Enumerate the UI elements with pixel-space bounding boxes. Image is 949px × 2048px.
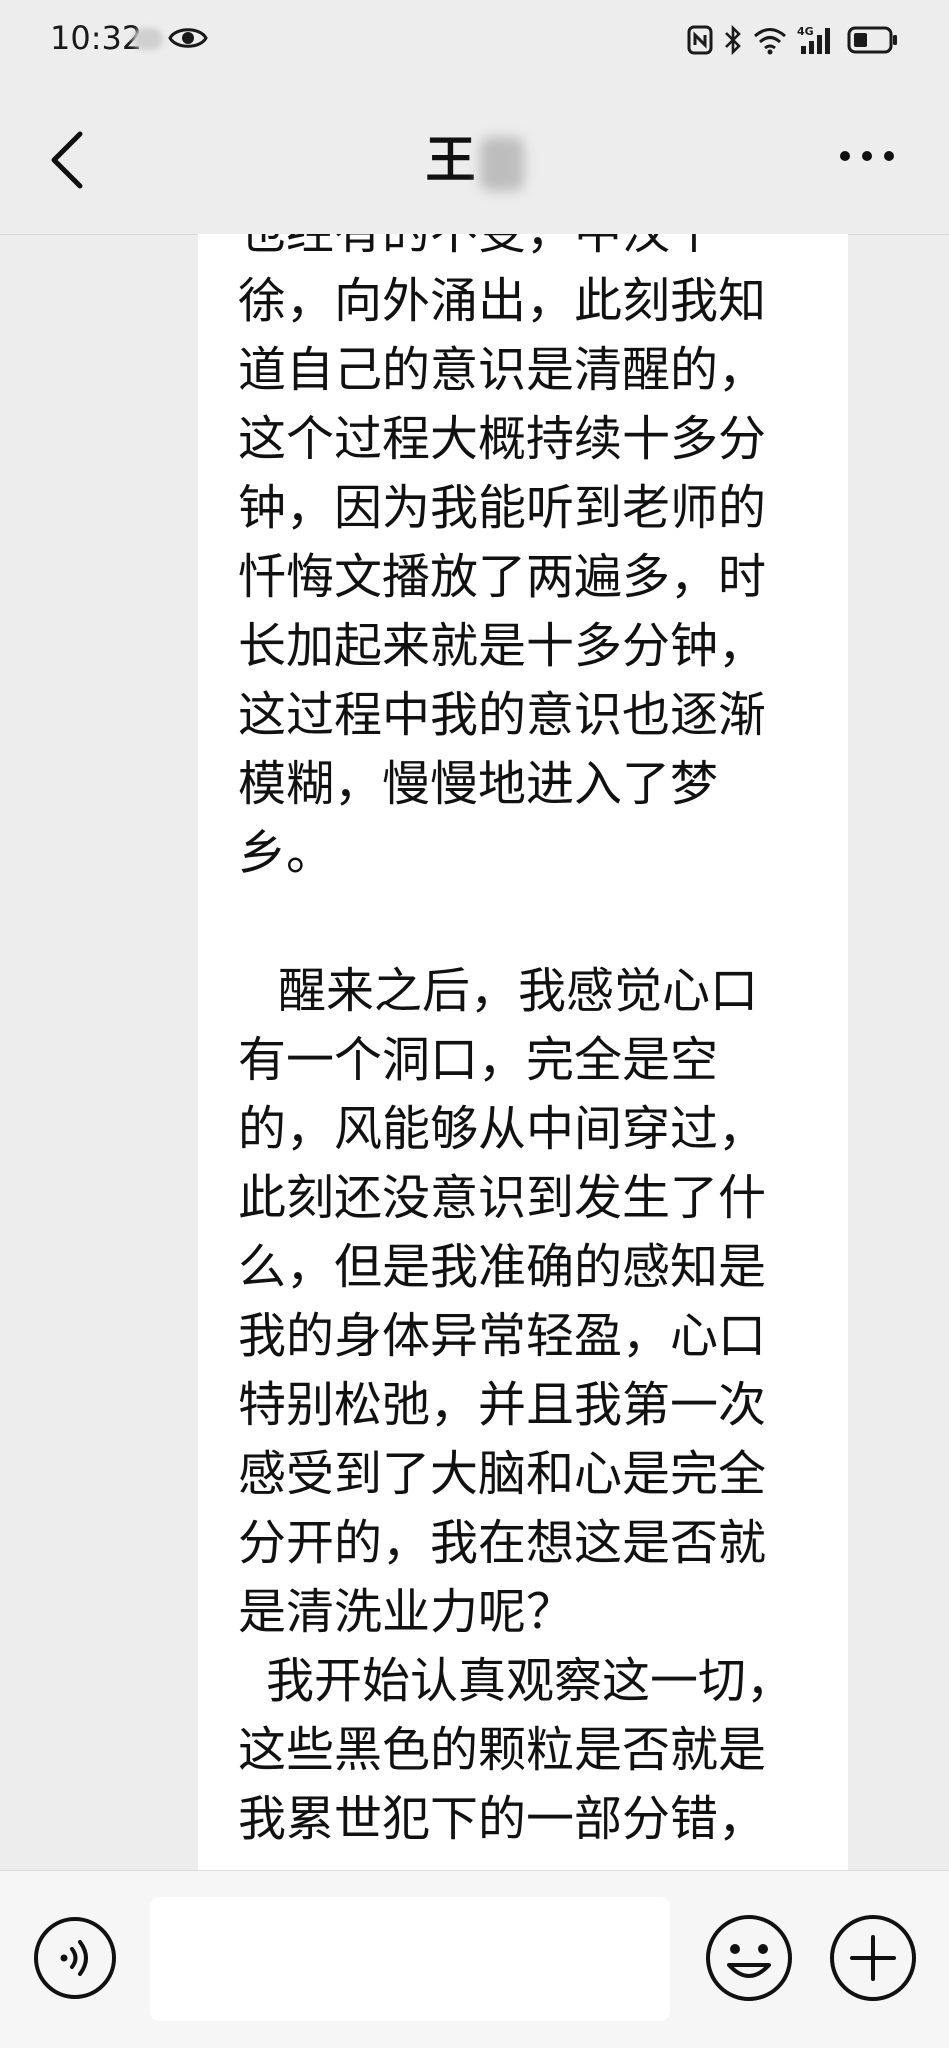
bluetooth-icon — [725, 24, 741, 56]
emoji-button[interactable] — [704, 1913, 794, 2003]
message-bubble[interactable]: 也经有的不变，中汉个 徐，向外涌出，此刻我知道自己的意识是清醒的， 这个过程大概持… — [198, 234, 848, 1870]
phone-screen: 10:32 4G 王 徐，向外涌出，此刻我知 道自己的意识是清醒的， 这个过程大… — [0, 0, 949, 2048]
nfc-icon — [687, 25, 713, 55]
message-line: 道自己的意识是清醒的， — [238, 342, 767, 398]
message-line: 模糊，慢慢地进入了梦 — [238, 756, 719, 812]
battery-icon — [847, 26, 897, 54]
message-line: 这个过程大概持续十多分 — [238, 411, 767, 467]
blurred-notification-icon — [133, 28, 163, 50]
message-line: 此刻还没意识到发生了什 — [238, 1170, 767, 1226]
message-line: 我的身体异常轻盈，心口 — [238, 1308, 767, 1364]
message-line: 分开的，我在想这是否就 — [238, 1515, 767, 1571]
message-line: 我开始认真观察这一切， — [266, 1653, 795, 1709]
network-type-label: 4G — [797, 25, 814, 38]
wifi-icon — [754, 28, 786, 55]
message-line: 忏悔文播放了两遍多，时 — [238, 549, 767, 605]
message-line: 感受到了大脑和心是完全 — [238, 1446, 767, 1502]
message-line: 长加起来就是十多分钟， — [238, 618, 767, 674]
message-line: 特别松弛，并且我第一次 — [238, 1377, 767, 1433]
status-bar: 10:32 4G — [0, 0, 949, 80]
message-line: 徐，向外涌出，此刻我知 — [238, 273, 767, 329]
eye-icon — [168, 28, 208, 48]
emoji-icon — [706, 1915, 792, 2001]
message-line: 乡。 — [238, 825, 335, 881]
contact-name: 王 — [0, 120, 949, 200]
status-icons: 4G — [687, 18, 899, 62]
signal-icon: 4G — [797, 25, 830, 54]
voice-button[interactable] — [32, 1915, 118, 2001]
message-line: 的，风能够从中间穿过， — [238, 1101, 767, 1157]
message-line: 也经有的不变，中汉个 — [238, 234, 808, 267]
chat-header: 王 — [0, 80, 949, 235]
more-button[interactable] — [837, 136, 897, 176]
input-bar — [0, 1870, 949, 2048]
message-input[interactable] — [150, 1897, 670, 2021]
message-line: 我累世犯下的一部分错， — [238, 1791, 767, 1847]
message-line: 是清洗业力呢？ — [238, 1584, 575, 1640]
message-text: 徐，向外涌出，此刻我知 道自己的意识是清醒的， 这个过程大概持续十多分 钟，因为我能听… — [238, 267, 808, 1854]
message-line: 这过程中我的意识也逐渐 — [238, 687, 767, 743]
status-time: 10:32 — [50, 19, 143, 57]
message-line: 钟，因为我能听到老师的 — [238, 480, 767, 536]
plus-circle-icon — [830, 1915, 916, 2001]
message-line: 有一个洞口，完全是空 — [238, 1032, 719, 1088]
message-line: 醒来之后，我感觉心口 — [278, 963, 759, 1019]
add-button[interactable] — [828, 1913, 918, 2003]
message-list[interactable]: 也经有的不变，中汉个 徐，向外涌出，此刻我知道自己的意识是清醒的， 这个过程大概持… — [0, 234, 949, 1870]
contact-name-text: 王 — [425, 131, 476, 189]
voice-icon — [34, 1917, 116, 1999]
message-line: 么，但是我准确的感知是 — [238, 1239, 767, 1295]
blurred-name-part — [479, 136, 524, 191]
more-dots-icon — [840, 151, 894, 161]
message-line: 这些黑色的颗粒是否就是 — [238, 1722, 767, 1778]
